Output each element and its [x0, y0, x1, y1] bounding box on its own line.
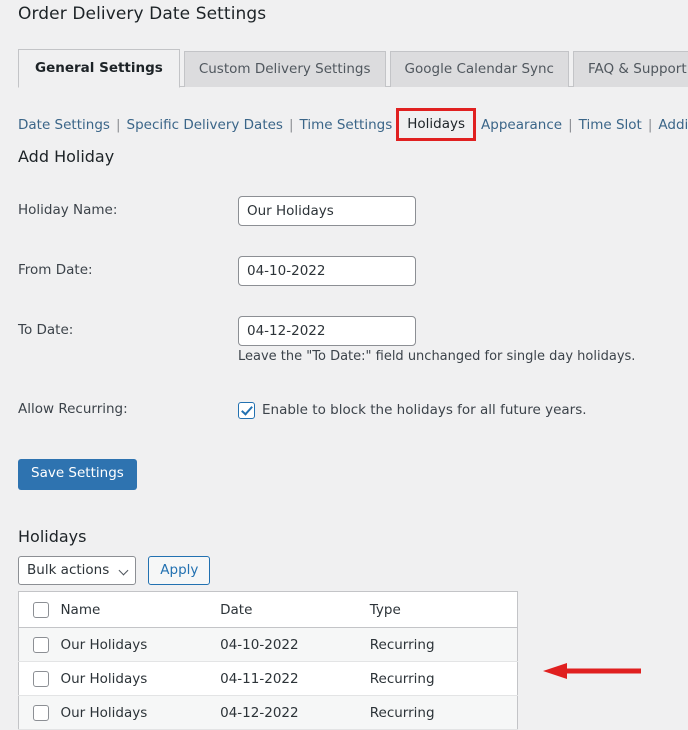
tab-custom-delivery-settings[interactable]: Custom Delivery Settings [183, 50, 386, 87]
tab-google-calendar-sync[interactable]: Google Calendar Sync [389, 50, 569, 87]
row-date: 04-12-2022 [220, 704, 299, 721]
select-all-checkbox[interactable] [33, 601, 49, 618]
add-holiday-heading: Add Holiday [18, 147, 115, 166]
subnav-link-appearance[interactable]: Appearance [481, 116, 562, 134]
tab-faq-support[interactable]: FAQ & Support [572, 50, 688, 87]
holiday-name-field-wrap [238, 196, 416, 226]
subnav-separator: | [288, 116, 294, 133]
subnav-highlight-box: Holidays [396, 108, 477, 141]
column-header-type[interactable]: Type [369, 591, 518, 628]
subnav-separator: | [115, 116, 121, 133]
to-date-label: To Date: [18, 322, 74, 338]
form-row-from-date: From Date: [0, 256, 688, 286]
table-row[interactable]: Our Holidays 04-10-2022 Recurring [18, 627, 518, 662]
row-name: Our Holidays [60, 670, 148, 687]
row-checkbox[interactable] [33, 636, 49, 653]
tab-list: General Settings Custom Delivery Setting… [18, 48, 688, 88]
bulk-actions-select[interactable]: Bulk actions [18, 556, 137, 585]
subnav-link-additional-settings[interactable]: Additional Settings [658, 116, 688, 134]
row-select-cell [19, 628, 61, 662]
row-checkbox[interactable] [33, 670, 49, 687]
holiday-name-label: Holiday Name: [18, 202, 118, 218]
table-row[interactable]: Our Holidays 04-11-2022 Recurring [18, 661, 518, 696]
row-type: Recurring [369, 670, 435, 687]
to-date-field-wrap [238, 316, 416, 346]
subnav: Date Settings | Specific Delivery Dates … [18, 108, 688, 141]
row-type: Recurring [369, 636, 435, 653]
from-date-field-wrap [238, 256, 416, 286]
allow-recurring-checkbox[interactable] [238, 401, 255, 419]
table-toolbar: Bulk actions Apply [18, 556, 211, 585]
chevron-down-icon [118, 565, 129, 576]
row-date: 04-10-2022 [220, 636, 299, 653]
apply-button[interactable]: Apply [148, 556, 211, 585]
save-settings-button[interactable]: Save Settings [18, 459, 137, 490]
form-row-allow-recurring: Allow Recurring: Enable to block the hol… [0, 395, 688, 425]
form-row-holiday-name: Holiday Name: [0, 196, 688, 226]
subnav-link-specific-delivery-dates[interactable]: Specific Delivery Dates [127, 116, 283, 134]
holidays-table-head: Name Date Type [18, 591, 518, 628]
holidays-table-body: Our Holidays 04-10-2022 Recurring Our Ho… [18, 627, 518, 730]
subnav-link-time-settings[interactable]: Time Settings [300, 116, 393, 134]
subnav-separator: | [568, 116, 573, 133]
select-all-cell [18, 591, 61, 628]
tab-bar: General Settings Custom Delivery Setting… [0, 45, 688, 88]
table-row[interactable]: Our Holidays 04-12-2022 Recurring [18, 695, 518, 730]
row-date: 04-11-2022 [220, 670, 299, 687]
row-name: Our Holidays [60, 636, 148, 653]
subnav-link-time-slot[interactable]: Time Slot [579, 116, 642, 134]
table-header-row: Name Date Type [18, 591, 518, 628]
row-select-cell [19, 662, 61, 696]
to-date-input[interactable] [238, 316, 416, 346]
to-date-hint: Leave the "To Date:" field unchanged for… [238, 349, 636, 364]
holiday-name-input[interactable] [238, 196, 416, 226]
allow-recurring-checkbox-row: Enable to block the holidays for all fut… [238, 395, 587, 425]
holidays-heading: Holidays [18, 527, 87, 546]
red-arrow-annotation-icon [543, 663, 641, 679]
allow-recurring-checkbox-label: Enable to block the holidays for all fut… [262, 402, 587, 418]
from-date-input[interactable] [238, 256, 416, 286]
subnav-link-holidays[interactable]: Holidays [407, 116, 465, 132]
row-name: Our Holidays [60, 704, 148, 721]
row-type: Recurring [369, 704, 435, 721]
tab-general-settings[interactable]: General Settings [18, 48, 180, 88]
column-header-date[interactable]: Date [220, 591, 370, 628]
column-header-name[interactable]: Name [60, 591, 221, 628]
row-checkbox[interactable] [33, 704, 49, 721]
row-select-cell [19, 696, 61, 730]
subnav-link-date-settings[interactable]: Date Settings [18, 116, 110, 134]
from-date-label: From Date: [18, 262, 93, 278]
holidays-table: Name Date Type Our Holidays 04-10-2022 R… [18, 591, 518, 730]
bulk-actions-selected-label: Bulk actions [27, 561, 110, 578]
page-title: Order Delivery Date Settings [18, 4, 267, 24]
allow-recurring-label: Allow Recurring: [18, 401, 128, 417]
subnav-separator: | [647, 116, 653, 133]
form-row-to-date: To Date: [0, 316, 688, 346]
